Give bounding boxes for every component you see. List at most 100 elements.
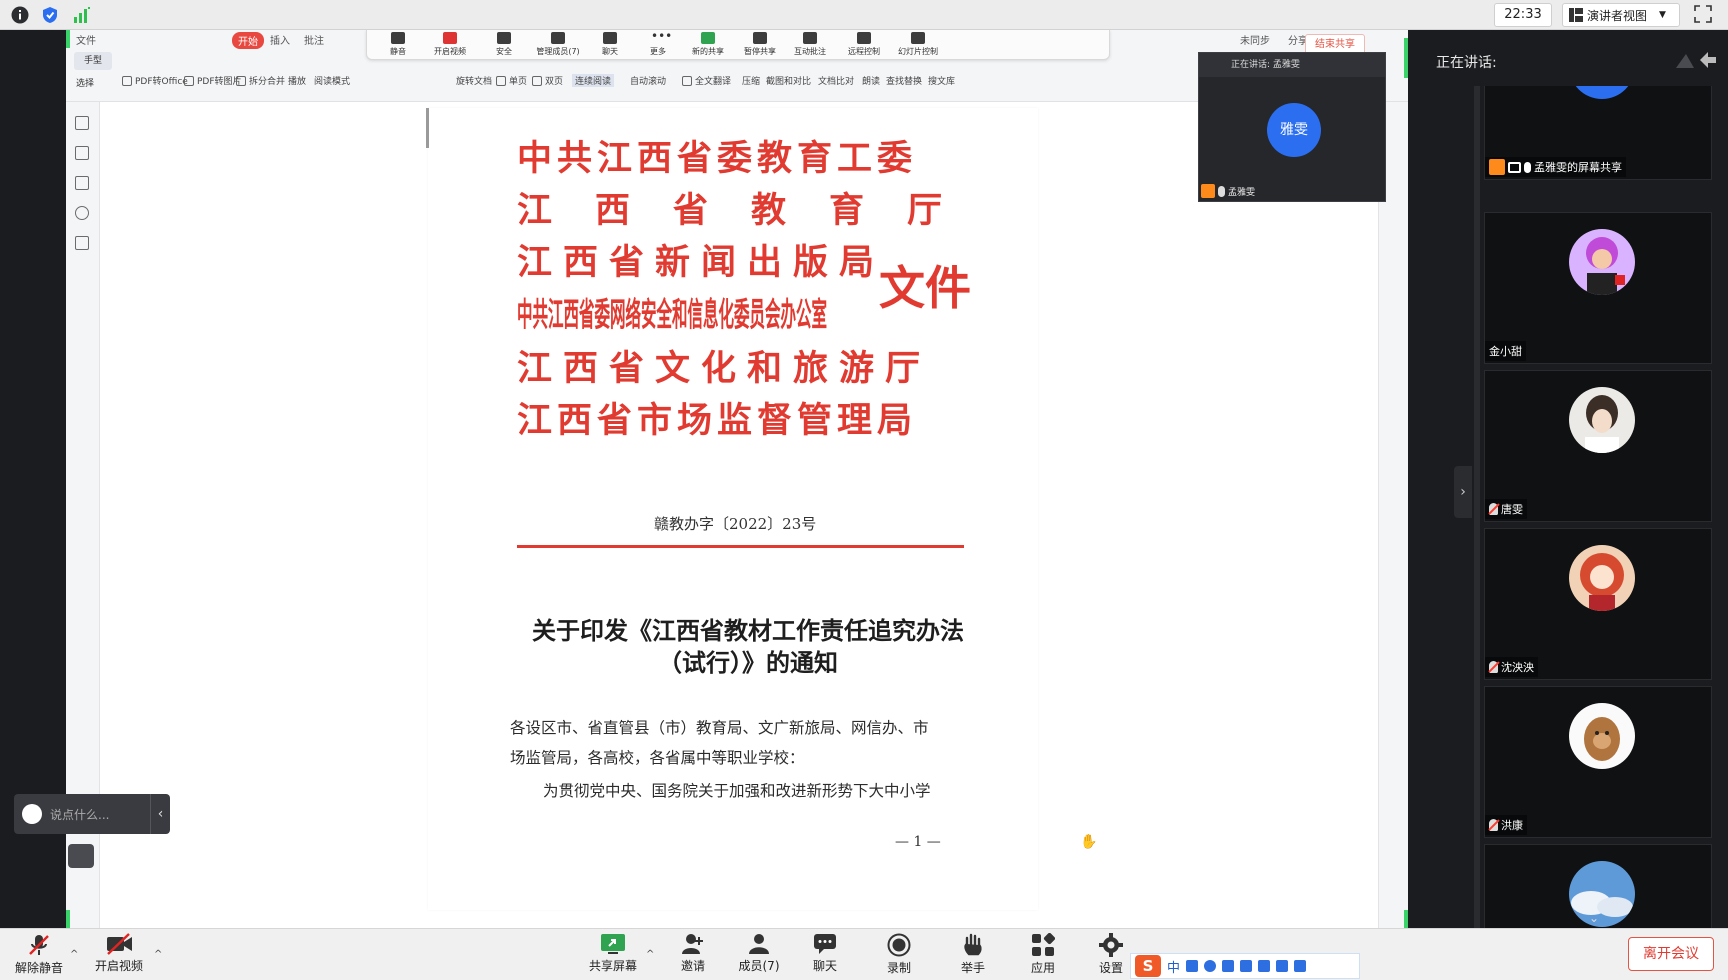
share-screen-button[interactable]: 共享屏幕 xyxy=(578,933,648,979)
ribbon-tab-comment[interactable]: 批注 xyxy=(304,32,324,47)
gallery-controls[interactable] xyxy=(1640,46,1720,76)
ribbon-search-library[interactable]: 搜文库 xyxy=(928,74,955,87)
zt-slide-control-button[interactable]: 幻灯片控制 xyxy=(893,32,943,58)
ime-status-bar[interactable]: S 中 xyxy=(1130,953,1360,979)
meeting-toolbar: 解除静音 ^ 开启视频 ^ 共享屏幕 ^ 邀请 成员(7) 聊天 录制 举手 应… xyxy=(0,928,1728,980)
collapse-panel-icon[interactable]: › xyxy=(1454,466,1472,518)
pdf-office-icon xyxy=(122,75,132,86)
ribbon-tab-file[interactable]: 文件 xyxy=(76,32,96,47)
zt-security-button[interactable]: 安全 xyxy=(479,32,529,58)
zt-mute-button[interactable]: 静音 xyxy=(373,32,423,58)
ribbon-split-merge[interactable]: 拆分合并 xyxy=(236,74,285,87)
members-button[interactable]: 成员(7) xyxy=(724,933,794,979)
signature-icon[interactable] xyxy=(75,236,89,250)
security-shield-icon[interactable] xyxy=(40,5,60,25)
zt-more-button[interactable]: ••• 更多 xyxy=(633,30,683,58)
quick-chat-box[interactable]: 说点什么... ‹ xyxy=(14,794,170,834)
select-tool-button[interactable]: 选择 xyxy=(76,76,94,89)
zt-pause-share-button[interactable]: 暂停共享 xyxy=(735,32,785,58)
info-icon[interactable] xyxy=(10,5,30,25)
start-video-button[interactable]: 开启视频 xyxy=(84,933,154,979)
ribbon-double-page[interactable]: 双页 xyxy=(532,74,563,87)
translate-icon xyxy=(682,75,692,86)
self-video-tile[interactable]: 正在讲话: 孟雅雯 雅雯 孟雅雯 xyxy=(1198,52,1386,202)
comment-icon[interactable] xyxy=(75,176,89,190)
ribbon-find-replace[interactable]: 查找替换 xyxy=(886,74,922,87)
keyboard-icon[interactable] xyxy=(1240,960,1253,972)
video-options-caret-icon[interactable]: ^ xyxy=(154,949,162,960)
doc-org-line-1: 中共江西省委教育工委 xyxy=(517,138,918,179)
leave-meeting-button[interactable]: 离开会议 xyxy=(1628,937,1714,971)
thumbnail-icon[interactable] xyxy=(75,146,89,160)
ribbon-pdf-to-office[interactable]: PDF转Office xyxy=(122,74,188,87)
ime-mode-label[interactable]: 中 xyxy=(1167,957,1180,976)
ribbon-tab-insert[interactable]: 插入 xyxy=(270,32,290,47)
collapse-chat-icon[interactable]: ‹ xyxy=(150,794,170,834)
zt-chat-button[interactable]: 聊天 xyxy=(585,32,635,58)
participants-scrollbar[interactable] xyxy=(1474,86,1480,928)
ribbon-single-page[interactable]: 单页 xyxy=(496,74,527,87)
chat-list-icon[interactable] xyxy=(68,844,94,868)
participant-tile[interactable]: 雅雯 孟雅雯的屏幕共享 xyxy=(1484,86,1712,180)
zt-annotate-button[interactable]: 互动批注 xyxy=(785,32,835,58)
doc-body-line-1: 各设区市、省直管县（市）教育局、文广新旅局、网信办、市 xyxy=(510,719,929,737)
share-options-caret-icon[interactable]: ^ xyxy=(646,949,654,960)
annotate-icon xyxy=(803,32,817,44)
sync-status[interactable]: 未同步 xyxy=(1240,32,1270,47)
ribbon-tab-start[interactable]: 开始 xyxy=(232,32,264,49)
presenter-view-dropdown[interactable]: 演讲者视图 ▼ xyxy=(1562,3,1680,27)
hand-cursor-icon: ✋ xyxy=(1080,834,1098,850)
ribbon-screenshot-compare[interactable]: 截图和对比 xyxy=(766,74,811,87)
scroll-down-icon[interactable]: ⌄ xyxy=(1589,911,1599,925)
participant-name-bar: 沈泱泱 xyxy=(1485,657,1538,677)
bookmark-icon[interactable] xyxy=(75,116,89,130)
quick-chat-input[interactable]: 说点什么... xyxy=(50,806,109,823)
zt-new-share-button[interactable]: 新的共享 xyxy=(683,32,733,58)
record-button[interactable]: 录制 xyxy=(864,933,934,979)
zt-members-button[interactable]: 管理成员(7) xyxy=(533,32,583,58)
ribbon-rotate[interactable]: 旋转文档 xyxy=(456,74,492,87)
members-icon xyxy=(749,934,769,954)
zt-remote-control-button[interactable]: 远程控制 xyxy=(839,32,889,58)
audio-options-caret-icon[interactable]: ^ xyxy=(70,949,78,960)
attachment-icon[interactable] xyxy=(75,206,89,220)
ribbon-play[interactable]: 播放 xyxy=(288,74,306,87)
apps-icon xyxy=(1032,933,1055,956)
ribbon-read-mode[interactable]: 阅读模式 xyxy=(314,74,350,87)
punctuation-icon[interactable] xyxy=(1186,960,1199,972)
ribbon-pdf-to-image[interactable]: PDF转图片 xyxy=(184,74,242,87)
video-off-icon xyxy=(107,933,132,955)
ribbon-doc-compare[interactable]: 文档比对 xyxy=(818,74,854,87)
participant-tile[interactable]: 沈泱泱 xyxy=(1484,528,1712,680)
ribbon-continuous-read[interactable]: 连续阅读 xyxy=(572,74,615,87)
zt-video-button[interactable]: 开启视频 xyxy=(425,32,475,58)
ribbon-read-aloud[interactable]: 朗读 xyxy=(862,74,880,87)
fullscreen-icon[interactable] xyxy=(1694,5,1714,25)
slide-icon xyxy=(911,32,925,44)
participant-tile[interactable]: ⌄ xyxy=(1484,844,1712,928)
voice-icon[interactable] xyxy=(1222,960,1235,972)
mic-muted-icon xyxy=(1489,661,1498,673)
unmute-button[interactable]: 解除静音 xyxy=(4,933,74,979)
raise-hand-button[interactable]: 举手 xyxy=(938,933,1008,979)
emoji-icon[interactable] xyxy=(1204,960,1217,972)
pause-icon xyxy=(753,32,767,44)
network-signal-icon[interactable] xyxy=(72,5,92,25)
participant-tile[interactable]: 洪康 xyxy=(1484,686,1712,838)
toolbox-icon[interactable] xyxy=(1294,960,1307,972)
ribbon-compress[interactable]: 压缩 xyxy=(742,74,760,87)
ribbon-auto-scroll[interactable]: 自动滚动 xyxy=(630,74,666,87)
doc-red-divider xyxy=(517,545,964,548)
skin-icon[interactable] xyxy=(1276,960,1289,972)
chat-button[interactable]: 聊天 xyxy=(790,933,860,979)
emoji-icon[interactable] xyxy=(22,804,42,824)
participant-tile[interactable]: 金小甜 xyxy=(1484,212,1712,364)
apps-button[interactable]: 应用 xyxy=(1008,933,1078,979)
user-icon[interactable] xyxy=(1258,960,1271,972)
ribbon-full-translate[interactable]: 全文翻译 xyxy=(682,74,731,87)
participant-tile[interactable]: 唐雯 xyxy=(1484,370,1712,522)
invite-button[interactable]: 邀请 xyxy=(658,933,728,979)
hand-tool-button[interactable]: 手型 xyxy=(74,52,112,70)
screen-share-icon xyxy=(1508,161,1521,173)
doc-title-line-1: 关于印发《江西省教材工作责任追究办法 xyxy=(532,616,964,645)
